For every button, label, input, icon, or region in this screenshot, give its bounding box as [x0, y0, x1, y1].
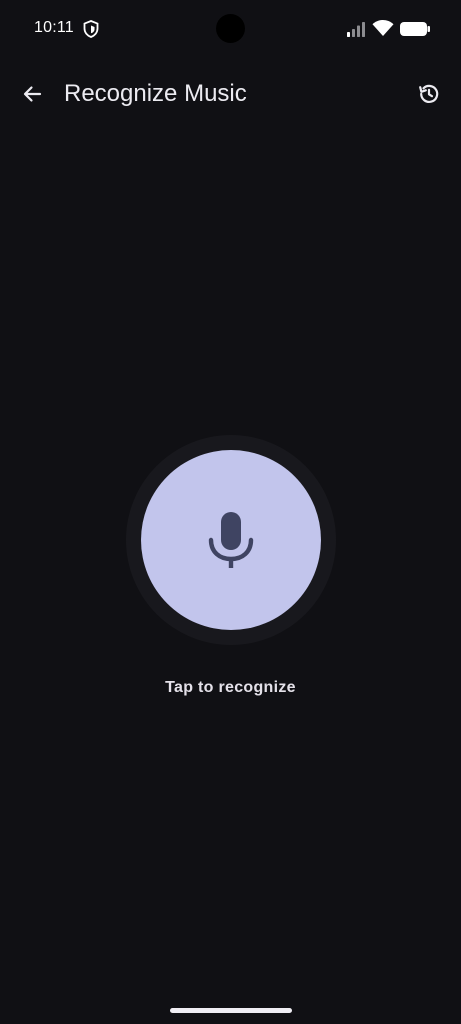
status-time: 10:11	[34, 19, 74, 36]
history-icon	[419, 84, 439, 103]
microphone-icon	[208, 512, 254, 568]
wifi-icon	[372, 20, 394, 36]
gesture-navigation-bar[interactable]	[170, 1008, 292, 1013]
arrow-back-icon	[23, 86, 42, 102]
recognize-mic-button[interactable]	[141, 450, 321, 630]
back-button[interactable]	[14, 76, 50, 112]
front-camera	[216, 14, 245, 43]
signal-icon	[347, 22, 365, 37]
app-bar: Recognize Music	[0, 66, 461, 122]
history-button[interactable]	[410, 76, 448, 112]
shield-icon	[83, 20, 99, 38]
status-bar: 10:11	[0, 0, 461, 58]
page-title: Recognize Music	[64, 80, 247, 107]
screen: 10:11 Recognize Music Tap to recognize	[0, 0, 461, 1024]
battery-icon	[400, 22, 430, 36]
tap-to-recognize-label: Tap to recognize	[165, 679, 296, 696]
